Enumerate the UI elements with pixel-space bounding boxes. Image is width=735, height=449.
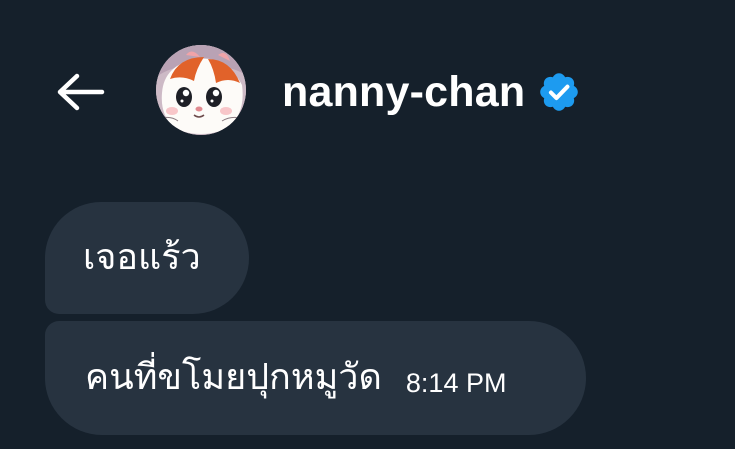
message-text: คนที่ขโมยปุกหมูวัด	[85, 357, 382, 398]
verified-badge-icon	[537, 70, 581, 114]
conversation-header: nanny-chan	[0, 0, 735, 160]
message-bubble[interactable]: เจอแร้ว	[45, 202, 249, 314]
back-button[interactable]	[50, 66, 108, 118]
hamster-avatar-image	[156, 45, 246, 135]
profile-name-row[interactable]: nanny-chan	[282, 64, 581, 120]
message-text: เจอแร้ว	[83, 237, 201, 278]
message-bubble[interactable]: คนที่ขโมยปุกหมูวัด 8:14 PM	[45, 321, 586, 435]
avatar[interactable]	[156, 45, 246, 135]
arrow-left-icon	[57, 73, 105, 111]
display-name[interactable]: nanny-chan	[282, 70, 525, 114]
message-timestamp: 8:14 PM	[405, 367, 507, 398]
